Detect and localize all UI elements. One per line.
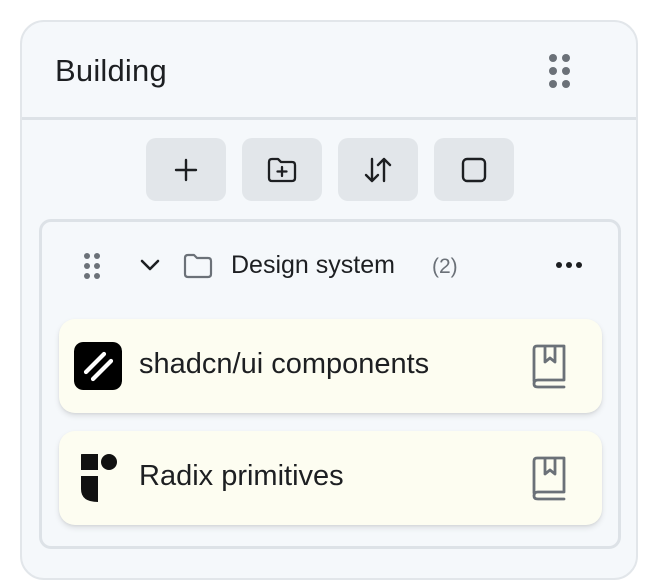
radix-logo-icon <box>74 454 122 502</box>
item-label: Radix primitives <box>139 460 344 492</box>
folder-icon <box>183 253 213 279</box>
group-grip-icon[interactable] <box>84 253 100 279</box>
panel-header: Building <box>22 22 636 120</box>
panel-title: Building <box>55 53 167 88</box>
select-button[interactable] <box>434 138 514 201</box>
chevron-down-icon[interactable] <box>140 258 160 272</box>
folder-plus-icon <box>267 157 297 182</box>
grip-vertical-icon[interactable] <box>549 54 570 88</box>
list-item-shadcn[interactable]: shadcn/ui components <box>59 319 602 413</box>
group-count: (2) <box>432 255 458 278</box>
sort-button[interactable] <box>338 138 418 201</box>
plus-icon <box>174 158 198 181</box>
shadcn-logo-icon <box>74 342 122 390</box>
more-horizontal-icon[interactable] <box>556 262 582 268</box>
group-name[interactable]: Design system <box>231 251 395 280</box>
square-icon <box>461 157 487 182</box>
book-bookmark-icon[interactable] <box>529 455 569 501</box>
list-item-radix[interactable]: Radix primitives <box>59 431 602 525</box>
add-item-button[interactable] <box>146 138 226 201</box>
item-label: shadcn/ui components <box>139 348 430 380</box>
arrow-up-down-icon <box>364 157 392 182</box>
book-bookmark-icon[interactable] <box>529 343 569 389</box>
add-folder-button[interactable] <box>242 138 322 201</box>
